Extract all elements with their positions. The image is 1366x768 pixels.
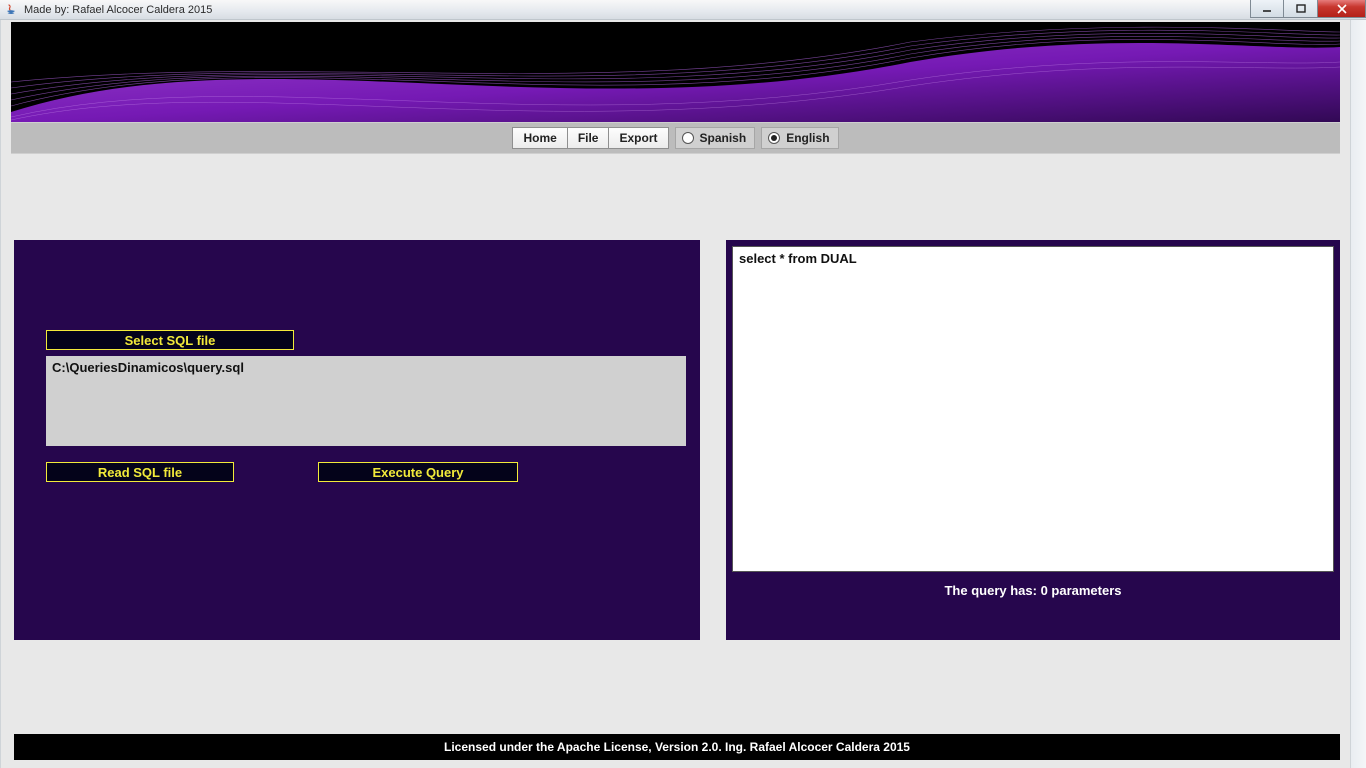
window-titlebar: Made by: Rafael Alcocer Caldera 2015 [0,0,1366,20]
java-icon [4,3,18,17]
radio-selected-icon [768,132,780,144]
language-spanish-radio[interactable]: Spanish [675,127,756,149]
panels-row: Select SQL file Read SQL file Execute Qu… [14,240,1340,640]
home-button[interactable]: Home [512,127,567,149]
footer-bar: Licensed under the Apache License, Versi… [14,734,1340,760]
app-body: Home File Export Spanish English Select … [0,20,1366,768]
close-button[interactable] [1318,0,1366,18]
footer-text: Licensed under the Apache License, Versi… [444,740,910,754]
window-buttons [1250,0,1366,19]
left-panel: Select SQL file Read SQL file Execute Qu… [14,240,700,640]
file-button[interactable]: File [568,127,610,149]
read-sql-file-button[interactable]: Read SQL file [46,462,234,482]
select-sql-file-button[interactable]: Select SQL file [46,330,294,350]
spanish-label: Spanish [700,131,747,145]
minimize-button[interactable] [1250,0,1284,18]
sql-file-path-field[interactable] [46,356,686,446]
window-title: Made by: Rafael Alcocer Caldera 2015 [24,4,212,16]
right-panel: The query has: 0 parameters [726,240,1340,640]
maximize-button[interactable] [1284,0,1318,18]
language-english-radio[interactable]: English [761,127,838,149]
english-label: English [786,131,829,145]
export-button[interactable]: Export [609,127,668,149]
banner-image [11,22,1340,122]
content-area: Home File Export Spanish English Select … [1,20,1350,768]
parameters-count-label: The query has: 0 parameters [732,583,1334,598]
query-textarea[interactable] [732,246,1334,572]
execute-query-button[interactable]: Execute Query [318,462,518,482]
menubar: Home File Export Spanish English [11,122,1340,154]
vertical-scrollbar[interactable] [1350,20,1366,768]
radio-unselected-icon [682,132,694,144]
